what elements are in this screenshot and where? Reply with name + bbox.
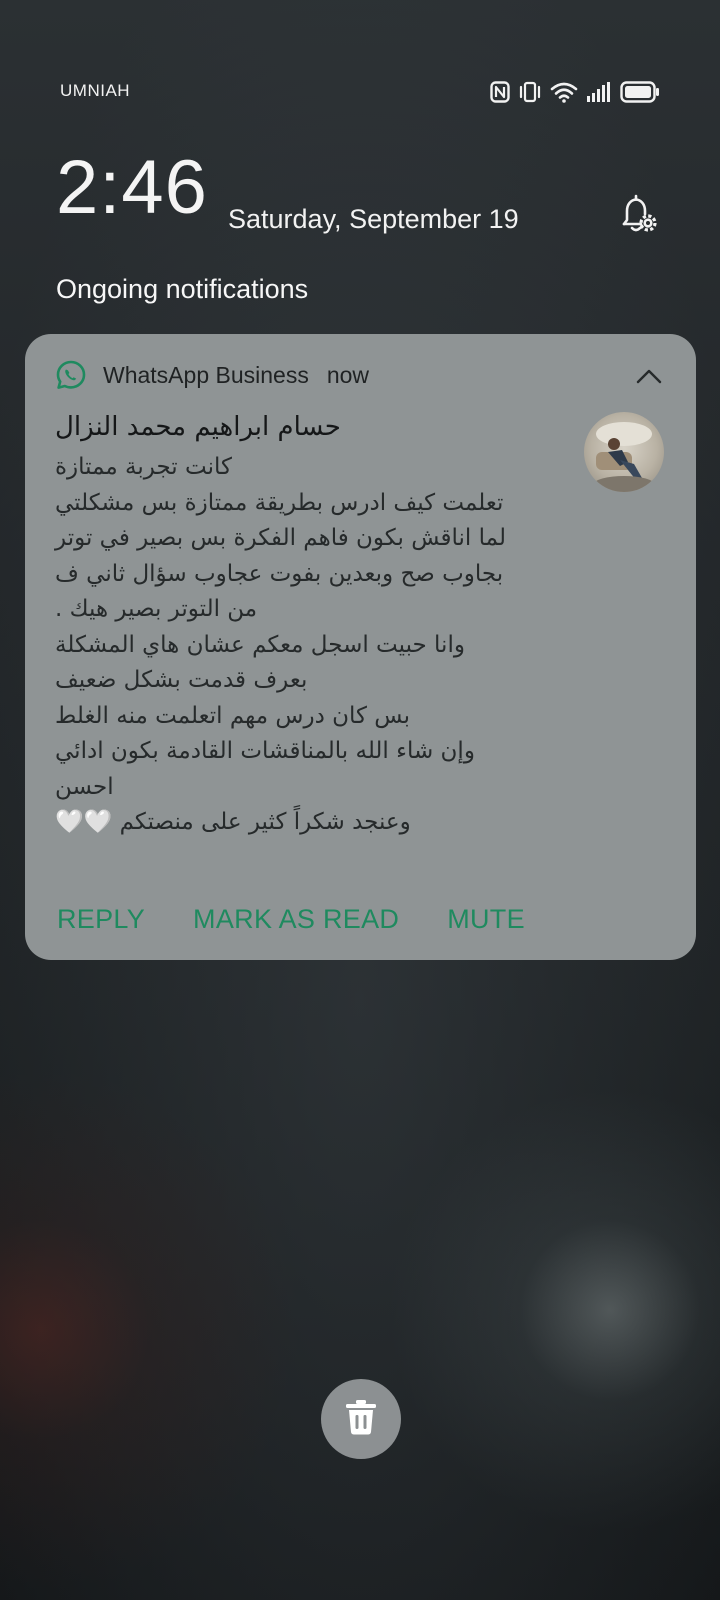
wifi-icon [550,81,578,103]
message-line: بجاوب صح وبعدين بفوت عجاوب سؤال ثاني ف [55,560,504,587]
trash-icon [343,1398,379,1441]
mute-button[interactable]: MUTE [447,904,525,935]
reply-button[interactable]: REPLY [57,904,145,935]
notification-actions: REPLY MARK AS READ MUTE [57,904,525,935]
message-line: بس كان درس مهم اتعلمت منه الغلط [55,702,411,729]
message-line: من التوتر بصير هيك . [55,596,258,622]
message-line: وعنجد شكراً كثير على منصتكم 🤍🤍 [55,809,411,835]
message-line: احسن [55,773,114,800]
mark-as-read-button[interactable]: MARK AS READ [193,904,399,935]
message-line: لما اناقش بكون فاهم الفكرة بس بصير في تو… [55,525,506,551]
message-line: وانا حبيت اسجل معكم عشان هاي المشكلة [55,631,465,658]
message-line: كانت تجربة ممتازة [55,454,232,480]
collapse-chevron-icon[interactable] [632,360,666,394]
carrier-name: UMNIAH [60,81,131,100]
whatsapp-business-icon [55,359,87,391]
sender-avatar [584,412,664,492]
vibrate-icon [518,80,542,104]
nfc-icon [490,81,510,103]
message-line: وإن شاء الله بالمناقشات القادمة بكون ادا… [55,738,475,764]
status-icons [490,79,660,105]
message-line: بعرف قدمت بشكل ضعيف [55,667,308,693]
signal-icon [586,81,612,103]
section-title: Ongoing notifications [56,274,309,304]
notification-time: now [326,361,370,388]
clock-date: Saturday, September 19 [228,204,519,234]
app-name: WhatsApp Business [103,361,309,388]
battery-icon [620,81,660,103]
clock-time: 2:46 [56,145,208,230]
notification-header: WhatsApp Business now [55,358,369,392]
message-line: تعلمت كيف ادرس بطريقة ممتازة بس مشكلتي [55,489,504,516]
sender-name: حسام ابراهيم محمد النزال [55,412,341,442]
bell-settings-icon[interactable] [612,190,662,240]
message-body: كانت تجربة ممتازة تعلمت كيف ادرس بطريقة … [55,450,580,841]
notification-card[interactable]: WhatsApp Business now حسام ابراهيم محمد … [25,334,696,960]
clear-all-button[interactable] [321,1379,401,1459]
